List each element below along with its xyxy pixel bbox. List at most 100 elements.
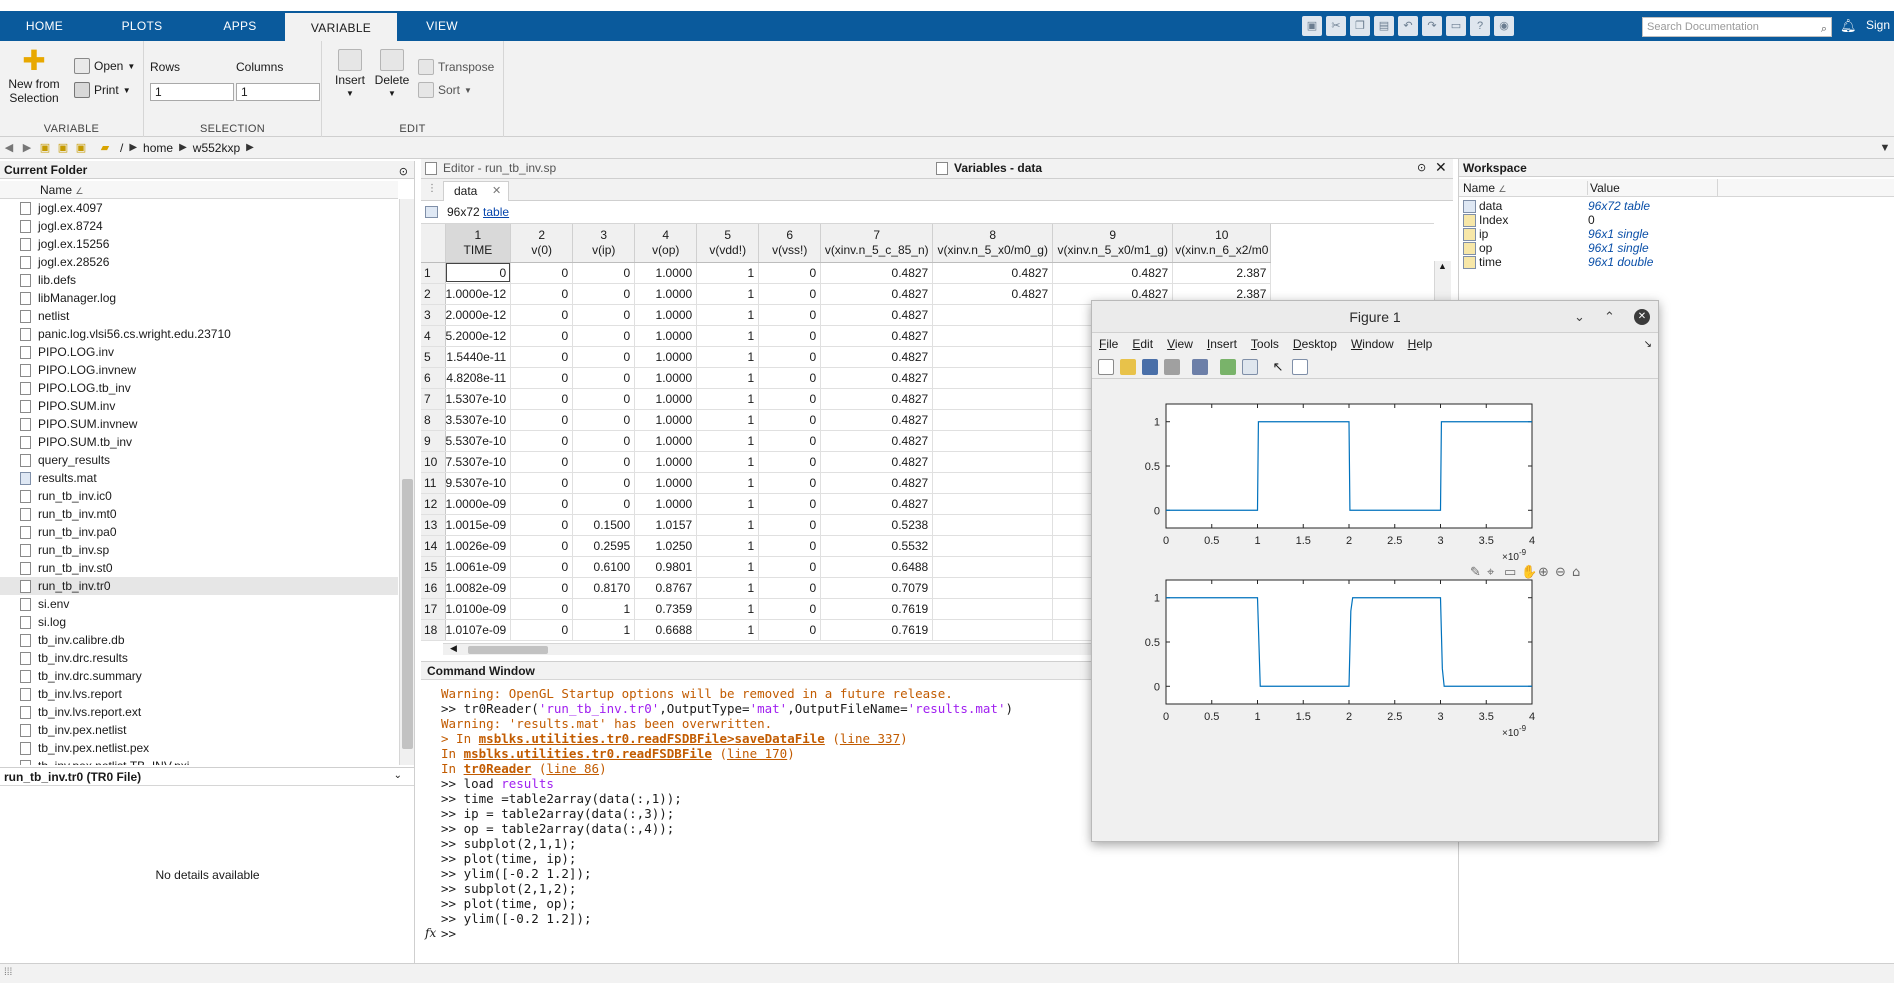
redo-icon[interactable]: ↷ [1422,16,1442,36]
toolstrip-arrow-icon[interactable]: ↘ [1644,339,1652,350]
table-cell[interactable]: 0.7359 [634,598,698,620]
table-cell[interactable] [932,451,1054,473]
table-cell[interactable]: 0.7079 [820,577,934,599]
table-cell[interactable]: 0.4827 [820,304,934,326]
table-cell[interactable]: 0 [510,430,574,452]
pan-hand-icon[interactable]: ✋ [1521,564,1537,580]
file-list-item[interactable]: run_tb_inv.pa0 [0,523,398,541]
table-cell[interactable]: 1 [696,367,760,389]
open-button[interactable]: Open ▼ [74,58,135,74]
file-list-item[interactable]: run_tb_inv.tr0 [0,577,398,595]
back-arrow-icon[interactable]: ◀ [0,141,18,154]
close-icon[interactable]: ✕ [1435,159,1447,176]
table-cell[interactable]: 0 [572,430,636,452]
row-number[interactable]: 15 [421,556,446,578]
table-cell[interactable]: 1.0000e-09 [445,493,512,515]
file-list-item[interactable]: tb_inv.lvs.report.ext [0,703,398,721]
zoom-in-icon[interactable]: ⊕ [1538,565,1549,580]
table-cell[interactable]: 0 [510,346,574,368]
column-header[interactable]: 2 v(0) [510,224,574,263]
table-cell[interactable]: 0.2595 [572,535,636,557]
rows-input[interactable]: 1 [150,83,234,101]
table-cell[interactable]: 1.0000e-12 [445,283,512,305]
file-list-item[interactable]: tb_inv.pex.netlist.pex [0,739,398,757]
columns-input[interactable]: 1 [236,83,320,101]
print-button[interactable]: Print ▼ [74,82,131,98]
table-cell[interactable]: 0.6488 [820,556,934,578]
column-header[interactable]: 6 v(vss!) [758,224,822,263]
file-list-item[interactable]: PIPO.LOG.invnew [0,361,398,379]
table-cell[interactable]: 1.0000 [634,451,698,473]
table-cell[interactable]: 7.5307e-10 [445,451,512,473]
table-cell[interactable]: 0 [758,535,822,557]
column-header[interactable]: 10 v(xinv.n_6_x2/m0 [1172,224,1272,263]
table-cell[interactable] [932,535,1054,557]
table-cell[interactable]: 1 [696,451,760,473]
table-cell[interactable]: 1 [696,514,760,536]
file-list-item[interactable]: si.env [0,595,398,613]
table-cell[interactable]: 0.9801 [634,556,698,578]
table-cell[interactable]: 1.0000 [634,493,698,515]
table-cell[interactable] [932,304,1054,326]
sign-in-link[interactable]: Sign [1866,18,1890,32]
table-cell[interactable]: 1 [696,619,760,641]
close-icon[interactable]: ✕ [1634,309,1650,325]
figure-menu-tools[interactable]: Tools [1244,337,1286,351]
copy-icon[interactable]: ❐ [1350,16,1370,36]
file-list-item[interactable]: tb_inv.pex.netlist [0,721,398,739]
table-cell[interactable]: 0 [572,493,636,515]
figure-menu-help[interactable]: Help [1401,337,1440,351]
table-cell[interactable]: 0 [572,388,636,410]
file-list-item[interactable]: jogl.ex.8724 [0,217,398,235]
column-header[interactable]: 4 v(op) [634,224,698,263]
file-list-item[interactable]: tb_inv.drc.results [0,649,398,667]
table-cell[interactable]: 1.0000 [634,304,698,326]
table-cell[interactable]: 0 [510,451,574,473]
row-number[interactable]: 16 [421,577,446,599]
file-list-item[interactable]: run_tb_inv.st0 [0,559,398,577]
edit-plot-arrow-icon[interactable]: ↖ [1270,359,1286,375]
panel-menu-icon[interactable]: ⊙ [1417,161,1426,174]
workspace-value-header[interactable]: Value [1590,181,1620,195]
file-list-item[interactable]: panic.log.vlsi56.cs.wright.edu.23710 [0,325,398,343]
table-cell[interactable]: 0 [572,262,636,284]
close-icon[interactable]: ✕ [492,182,501,200]
table-cell[interactable]: 0 [572,367,636,389]
row-number[interactable]: 8 [421,409,446,431]
row-number[interactable]: 7 [421,388,446,410]
table-cell[interactable]: 1 [696,409,760,431]
search-folder-icon[interactable]: ▣ [72,141,90,154]
column-header[interactable]: 1 TIME [445,224,512,263]
table-cell[interactable] [932,619,1054,641]
table-cell[interactable]: 0 [572,451,636,473]
table-cell[interactable]: 1 [572,598,636,620]
table-cell[interactable]: 0.7619 [820,619,934,641]
property-inspector-icon[interactable] [1292,358,1308,375]
table-cell[interactable]: 1.5440e-11 [445,346,512,368]
scroll-thumb[interactable] [468,646,548,654]
row-number[interactable]: 2 [421,283,446,305]
new-from-selection-button[interactable]: ✚ New from Selection [6,47,62,106]
table-cell[interactable]: 0 [510,262,574,284]
table-cell[interactable]: 0 [758,493,822,515]
table-cell[interactable]: 0 [758,451,822,473]
command-text[interactable]: msblks.utilities.tr0.readFSDBFile>saveDa… [479,731,825,746]
zoom-out-icon[interactable]: ⊖ [1555,565,1566,580]
file-list-item[interactable]: tb_inv.lvs.report [0,685,398,703]
file-list-item[interactable]: PIPO.SUM.invnew [0,415,398,433]
file-list-item[interactable]: netlist [0,307,398,325]
table-cell[interactable]: 0.8170 [572,577,636,599]
table-cell[interactable]: 0 [510,367,574,389]
brush-icon[interactable]: ✎ [1470,565,1481,580]
table-cell[interactable]: 0 [510,598,574,620]
table-cell[interactable]: 0 [510,514,574,536]
rotate-icon[interactable]: ▭ [1504,565,1516,580]
table-cell[interactable]: 0 [510,493,574,515]
row-number[interactable]: 6 [421,367,446,389]
table-cell[interactable]: 0 [510,283,574,305]
figure-menu-desktop[interactable]: Desktop [1286,337,1344,351]
file-list-scrollbar[interactable] [399,199,414,765]
table-cell[interactable]: 0 [572,409,636,431]
column-header[interactable]: 3 v(ip) [572,224,636,263]
table-cell[interactable]: 0.4827 [820,367,934,389]
